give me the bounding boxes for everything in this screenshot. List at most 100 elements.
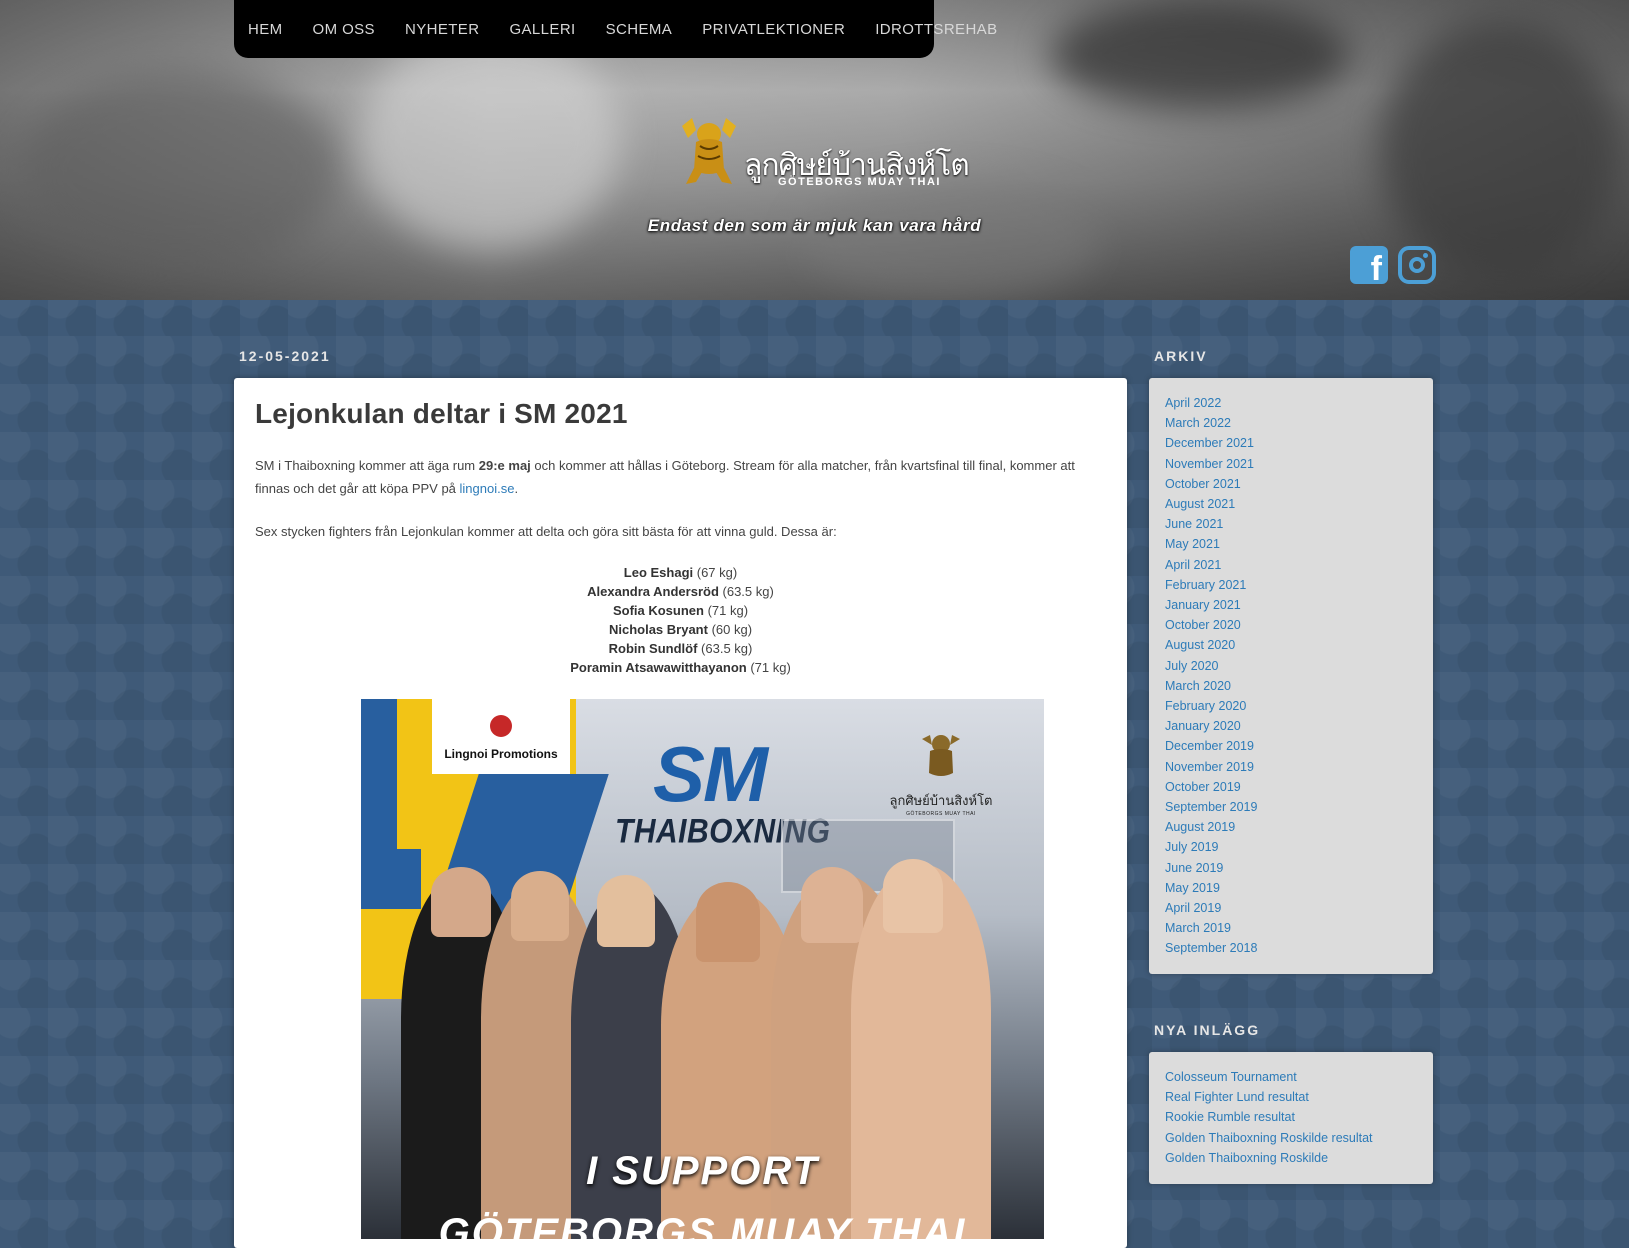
fighter-item: Leo Eshagi (67 kg) [255,563,1106,582]
fighter-name: Poramin Atsawawitthayanon [570,660,747,675]
recent-post-link[interactable]: Real Fighter Lund resultat [1165,1087,1417,1107]
archive-link[interactable]: October 2019 [1165,777,1417,797]
fighter-weight: (71 kg) [703,603,749,618]
archive-link[interactable]: April 2019 [1165,898,1417,918]
post-title[interactable]: Lejonkulan deltar i SM 2021 [255,398,1106,430]
background-blur [1050,0,1350,110]
nav-item-idrottsrehab[interactable]: IDROTTSREHAB [875,21,997,38]
archive-link[interactable]: March 2022 [1165,413,1417,433]
archive-link[interactable]: January 2020 [1165,716,1417,736]
recent-post-link[interactable]: Golden Thaiboxning Roskilde resultat [1165,1128,1417,1148]
fighter-face [696,882,760,962]
fighter-face [597,875,655,947]
facebook-icon[interactable]: f [1350,246,1388,288]
promo-icon [490,715,512,737]
poster-logo: ลูกศิษย์บ้านสิงห์โต GÖTEBORGS MUAY THAI [886,731,996,831]
archive-title: ARKIV [1154,348,1208,364]
fighter-item: Robin Sundlöf (63.5 kg) [255,639,1106,658]
recent-posts-widget: Colosseum Tournament Real Fighter Lund r… [1149,1052,1433,1184]
facebook-glyph: f [1370,250,1382,288]
archive-link[interactable]: July 2019 [1165,837,1417,857]
poster-title: SM [653,730,768,818]
fighter-weight: (60 kg) [707,622,753,637]
poster-logo-sub: GÖTEBORGS MUAY THAI [906,811,976,817]
poster-logo-thai: ลูกศิษย์บ้านสิงห์โต [889,794,993,809]
nav-item-nyheter[interactable]: NYHETER [405,21,479,38]
post-card: Lejonkulan deltar i SM 2021 SM i Thaibox… [234,378,1127,1248]
archive-link[interactable]: February 2020 [1165,696,1417,716]
archive-link[interactable]: September 2019 [1165,797,1417,817]
instagram-dot [1423,253,1428,258]
background-blur [1380,20,1620,280]
archive-link[interactable]: May 2021 [1165,534,1417,554]
archive-link[interactable]: June 2021 [1165,514,1417,534]
main-nav: HEM OM OSS NYHETER GALLERI SCHEMA PRIVAT… [234,0,997,58]
text-span: . [514,481,519,496]
fighter-weight: (63.5 kg) [718,584,774,599]
promo-name: Lingnoi Promotions [444,747,558,761]
recent-post-link[interactable]: Golden Thaiboxning Roskilde [1165,1148,1417,1168]
recent-post-link[interactable]: Colosseum Tournament [1165,1067,1417,1087]
fighter-name: Sofia Kosunen [612,603,704,618]
nav-item-om-oss[interactable]: OM OSS [313,21,375,38]
archive-link[interactable]: August 2019 [1165,817,1417,837]
poster-support-text: I SUPPORT [586,1149,819,1193]
archive-link[interactable]: June 2019 [1165,858,1417,878]
background-blur [20,70,340,270]
archive-link[interactable]: October 2020 [1165,615,1417,635]
instagram-lens [1409,257,1425,273]
background-blur [800,180,1100,300]
archive-link[interactable]: December 2019 [1165,736,1417,756]
site-logo[interactable]: ลูกศิษย์บ้านสิงห์โต GÖTEBORGS MUAY THAI [674,112,994,197]
poster-club-text: GÖTEBORGS MUAY THAI [438,1211,967,1239]
archive-link[interactable]: August 2020 [1165,635,1417,655]
event-poster-image[interactable]: Lingnoi Promotions SM THAIBOXNING ลูกศิษ… [361,699,1044,1239]
date-highlight: 29:e maj [478,458,531,473]
archive-link[interactable]: November 2021 [1165,454,1417,474]
archive-link[interactable]: January 2021 [1165,595,1417,615]
fighter-face [431,867,491,937]
fighter-item: Alexandra Andersröd (63.5 kg) [255,582,1106,601]
tagline: Endast den som är mjuk kan vara hård [647,216,982,235]
archive-link[interactable]: May 2019 [1165,878,1417,898]
nav-item-privatlektioner[interactable]: PRIVATLEKTIONER [702,21,845,38]
archive-link[interactable]: March 2019 [1165,918,1417,938]
instagram-icon[interactable] [1398,246,1436,284]
lion-logo-icon [922,735,960,776]
archive-link[interactable]: December 2021 [1165,433,1417,453]
fighter-name: Alexandra Andersröd [587,584,719,599]
fighter-name: Leo Eshagi [623,565,694,580]
fighter-weight: (63.5 kg) [697,641,753,656]
post-date: 12-05-2021 [239,348,331,364]
archive-link[interactable]: April 2022 [1165,393,1417,413]
fighter-weight: (67 kg) [693,565,738,580]
archive-link[interactable]: October 2021 [1165,474,1417,494]
archive-link[interactable]: April 2021 [1165,555,1417,575]
archive-link[interactable]: July 2020 [1165,656,1417,676]
promo-logo: Lingnoi Promotions [432,699,570,774]
fighter-item: Sofia Kosunen (71 kg) [255,601,1106,620]
fighter-name: Nicholas Bryant [608,622,708,637]
fighter-face [883,859,943,933]
header-banner: HEM OM OSS NYHETER GALLERI SCHEMA PRIVAT… [0,0,1629,300]
recent-post-link[interactable]: Rookie Rumble resultat [1165,1107,1417,1127]
recent-posts-title: NYA INLÄGG [1154,1022,1261,1038]
fighter-name: Robin Sundlöf [608,641,698,656]
fighter-weight: (71 kg) [746,660,791,675]
post-paragraph: Sex stycken fighters från Lejonkulan kom… [255,524,837,539]
lingnoi-link[interactable]: lingnoi.se [460,481,515,496]
nav-item-galleri[interactable]: GALLERI [509,21,575,38]
archive-link[interactable]: September 2018 [1165,938,1417,958]
archive-link[interactable]: March 2020 [1165,676,1417,696]
fighter-item: Poramin Atsawawitthayanon (71 kg) [255,658,1106,677]
archive-widget: April 2022 March 2022 December 2021 Nove… [1149,378,1433,974]
archive-link[interactable]: February 2021 [1165,575,1417,595]
archive-link[interactable]: August 2021 [1165,494,1417,514]
text-span: SM i Thaiboxning kommer att äga rum [255,458,479,473]
nav-item-schema[interactable]: SCHEMA [606,21,673,38]
archive-link[interactable]: November 2019 [1165,757,1417,777]
logo-subtitle: GÖTEBORGS MUAY THAI [778,176,941,188]
fighter-face [801,867,863,943]
nav-item-hem[interactable]: HEM [248,21,283,38]
post-paragraph: SM i Thaiboxning kommer att äga rum 29:e… [255,454,1106,500]
